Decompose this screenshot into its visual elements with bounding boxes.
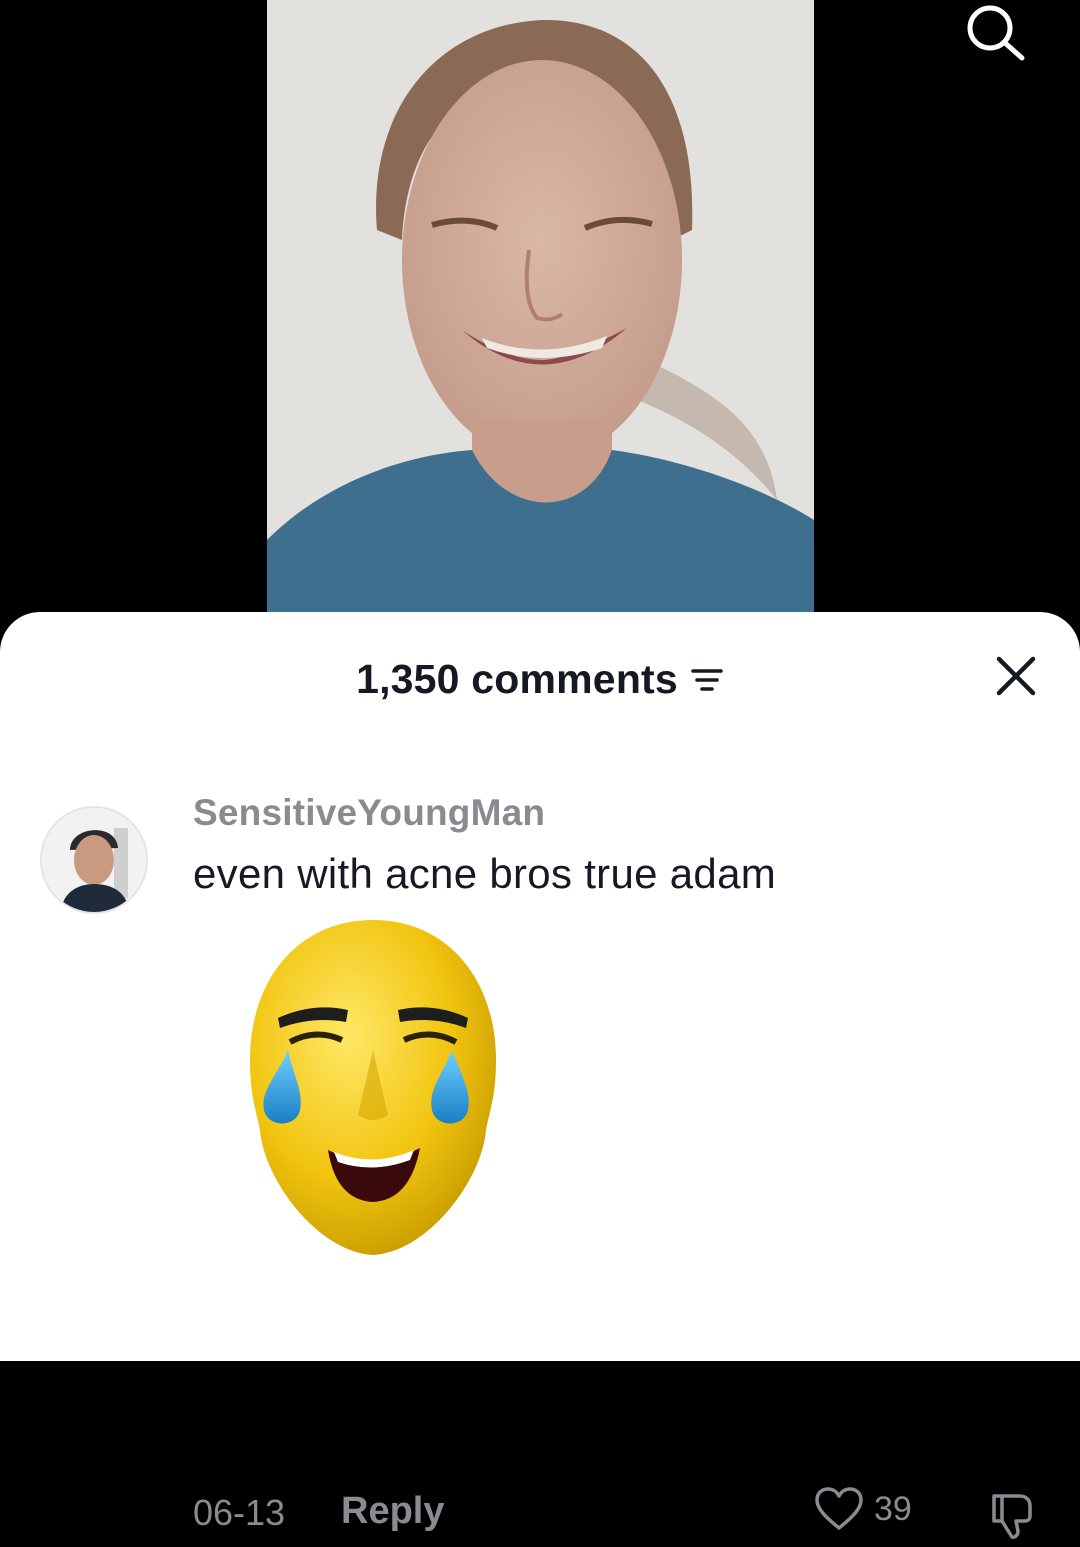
thumbs-down-icon: [992, 1494, 1032, 1539]
like-button[interactable]: 39: [814, 1486, 912, 1532]
like-count: 39: [874, 1489, 912, 1528]
laughing-mask-sticker: [238, 910, 508, 1260]
search-icon: [967, 5, 1025, 61]
crying-laughing-mask-icon: [250, 920, 496, 1255]
reply-button[interactable]: Reply: [341, 1490, 444, 1533]
close-button[interactable]: [992, 652, 1040, 700]
avatar[interactable]: [40, 806, 148, 914]
video-player[interactable]: [0, 0, 1080, 640]
comments-header: 1,350 comments: [0, 654, 1080, 704]
video-person-image: [267, 0, 814, 640]
sort-filter-icon: [691, 668, 723, 691]
search-button[interactable]: [960, 0, 1032, 64]
close-icon: [996, 656, 1036, 696]
comment-username[interactable]: SensitiveYoungMan: [193, 792, 545, 834]
comment-text: even with acne bros true adam: [193, 850, 777, 897]
comment-date: 06-13: [193, 1492, 286, 1533]
sort-button[interactable]: [690, 667, 724, 700]
video-frame: [267, 0, 814, 640]
comment-count: 1,350 comments: [356, 655, 678, 702]
heart-icon: [815, 1487, 863, 1530]
avatar-image: [42, 808, 146, 912]
dislike-button[interactable]: [986, 1486, 1042, 1542]
comments-sheet: 1,350 comments SensitiveYoungMan even wi…: [0, 612, 1080, 1539]
